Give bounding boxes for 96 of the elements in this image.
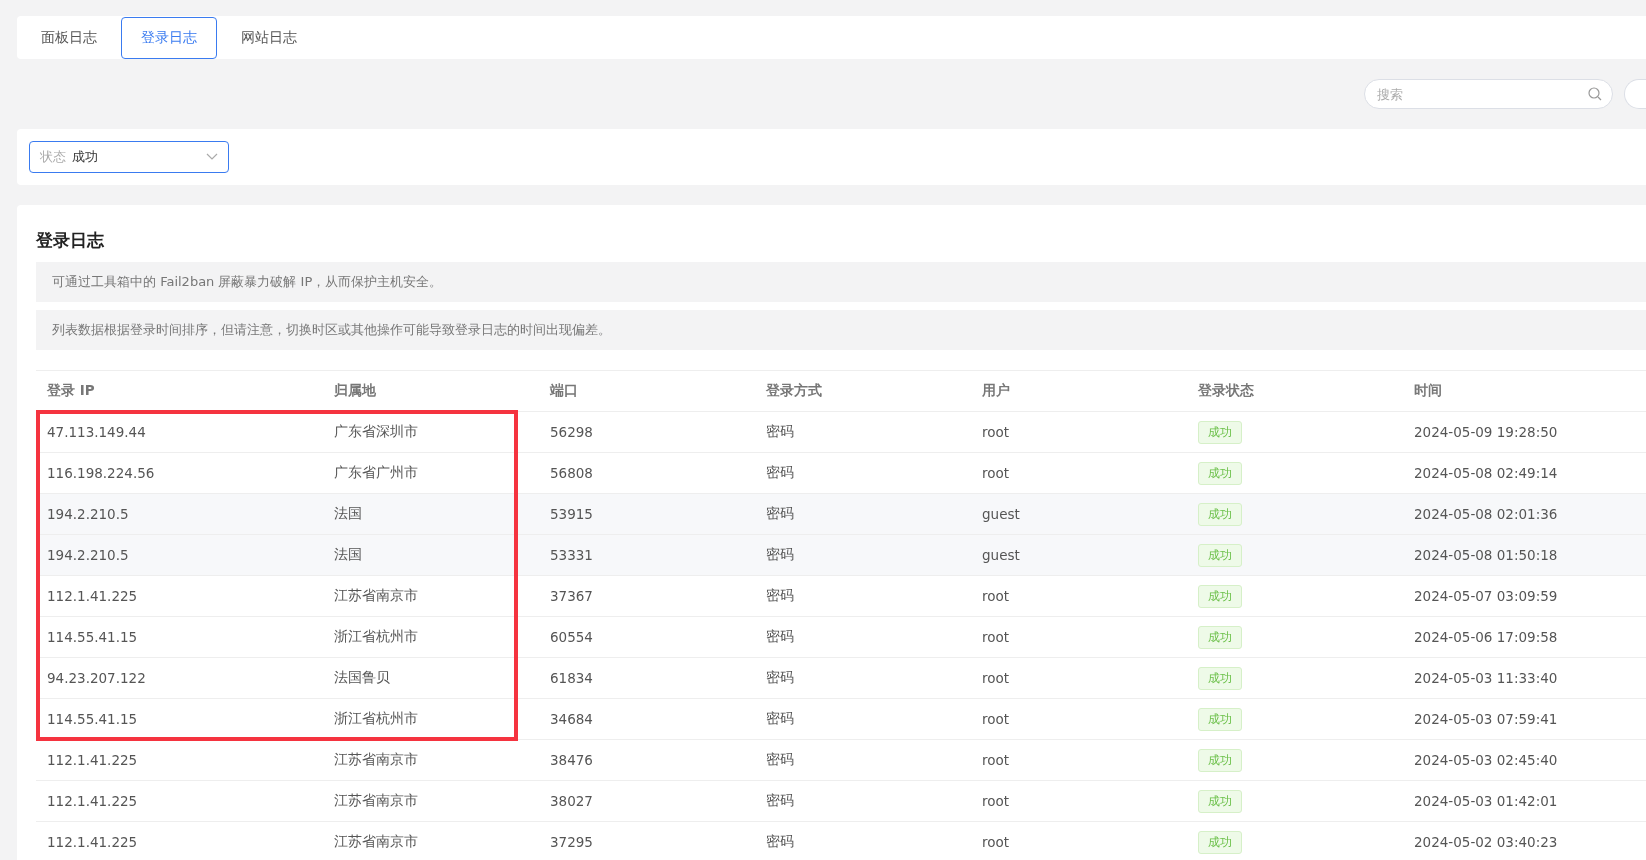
status-tag: 成功 [1198,666,1242,690]
table-cell-text: 江苏省南京市 [333,751,419,769]
table-cell-text: 38476 [549,752,594,768]
status-select[interactable]: 状态 成功 [29,141,229,173]
table-cell-text: root [981,793,1011,809]
table-cell-text: 浙江省杭州市 [333,710,419,728]
table-cell-text: 密码 [765,546,795,564]
table-cell-text: 47.113.149.44 [46,424,147,440]
column-header: 登录方式 [765,382,823,400]
table-cell-text: 2024-05-03 11:33:40 [1413,670,1559,686]
search-input[interactable]: 搜索 [1375,85,1589,103]
table-cell-text: 2024-05-03 01:42:01 [1413,793,1559,809]
status-tag: 成功 [1198,707,1242,731]
table-cell-text: 34684 [549,711,594,727]
column-header: 时间 [1413,382,1443,400]
table-cell-text: 广东省广州市 [333,464,419,482]
table-cell-text: 53331 [549,547,594,563]
table-cell-text: 密码 [765,464,795,482]
tab[interactable]: 登录日志 [121,16,217,59]
table-cell-text: 60554 [549,629,594,645]
table-cell-text: root [981,711,1011,727]
table-cell-text: 114.55.41.15 [46,711,139,727]
table-cell-text: 2024-05-07 03:09:59 [1413,588,1559,604]
table-cell-text: 56808 [549,465,594,481]
table-cell-text: 2024-05-08 02:49:14 [1413,465,1559,481]
table-cell-text: 112.1.41.225 [46,793,139,809]
button[interactable] [1624,79,1646,109]
table-cell-text: 194.2.210.5 [46,547,130,563]
table-cell-text: 112.1.41.225 [46,834,139,850]
table-cell-text: guest [981,506,1021,522]
table-cell-text: 114.55.41.15 [46,629,139,645]
table-cell-text: 2024-05-02 03:40:23 [1413,834,1559,850]
table-cell-text: 56298 [549,424,594,440]
table-cell-text: 法国 [333,505,363,523]
search-field[interactable]: 搜索 [1364,79,1614,109]
table-cell-text: 江苏省南京市 [333,792,419,810]
status-tag: 成功 [1198,543,1242,567]
table-cell-text: root [981,424,1011,440]
table-cell-text: 194.2.210.5 [46,506,130,522]
table-cell-text: 53915 [549,506,594,522]
panel-title: 登录日志 [36,229,105,252]
table-cell-text: root [981,629,1011,645]
table-cell-text: root [981,588,1011,604]
status-tag: 成功 [1198,830,1242,854]
table-cell-text: 37367 [549,588,594,604]
notice: 列表数据根据登录时间排序，但请注意，切换时区或其他操作可能导致登录日志的时间出现偏差。 [36,310,1646,350]
table-cell-text: 法国鲁贝 [333,669,391,687]
table-cell-text: 94.23.207.122 [46,670,147,686]
table-cell-text: 2024-05-03 02:45:40 [1413,752,1559,768]
column-header: 端口 [549,382,579,400]
status-tag: 成功 [1198,625,1242,649]
table-cell-text: 江苏省南京市 [333,587,419,605]
table-cell-text: 61834 [549,670,594,686]
tab[interactable]: 网站日志 [221,16,317,59]
table-cell-text: 2024-05-08 02:01:36 [1413,506,1559,522]
table-cell-text: root [981,834,1011,850]
column-header: 用户 [981,382,1011,400]
table-cell-text: 密码 [765,669,795,687]
table-cell-text: 2024-05-09 19:28:50 [1413,424,1559,440]
table-cell-text: 密码 [765,587,795,605]
table-cell-text: 37295 [549,834,594,850]
status-tag: 成功 [1198,584,1242,608]
status-tag: 成功 [1198,748,1242,772]
search-icon [1588,87,1603,101]
table-cell-text: 法国 [333,546,363,564]
table-cell-text: root [981,465,1011,481]
chevron-down-icon [206,153,218,161]
table-cell-text: 密码 [765,710,795,728]
table-cell-text: root [981,670,1011,686]
notice: 可通过工具箱中的 Fail2ban 屏蔽暴力破解 IP，从而保护主机安全。 [36,262,1646,302]
table-cell-text: 2024-05-08 01:50:18 [1413,547,1559,563]
table-cell-text: 浙江省杭州市 [333,628,419,646]
table-cell-text: 2024-05-03 07:59:41 [1413,711,1559,727]
table-cell-text: 112.1.41.225 [46,752,139,768]
column-header: 登录状态 [1197,382,1255,400]
status-tag: 成功 [1198,789,1242,813]
column-header: 归属地 [333,382,377,400]
tab[interactable]: 面板日志 [21,16,117,59]
status-tag: 成功 [1198,461,1242,485]
table-cell-text: 密码 [765,792,795,810]
table-cell-text: 112.1.41.225 [46,588,139,604]
table-cell-text: 2024-05-06 17:09:58 [1413,629,1559,645]
table-cell-text: 密码 [765,751,795,769]
table-cell-text: 密码 [765,423,795,441]
table-cell-text: 广东省深圳市 [333,423,419,441]
column-header: 登录 IP [46,382,96,400]
table-cell-text: 密码 [765,505,795,523]
table-cell-text: 116.198.224.56 [46,465,156,481]
table-cell-text: 38027 [549,793,594,809]
table-cell-text: root [981,752,1011,768]
table-cell-text: 密码 [765,628,795,646]
table-cell-text: guest [981,547,1021,563]
table-cell-text: 密码 [765,833,795,851]
status-tag: 成功 [1198,420,1242,444]
status-tag: 成功 [1198,502,1242,526]
table-cell-text: 江苏省南京市 [333,833,419,851]
